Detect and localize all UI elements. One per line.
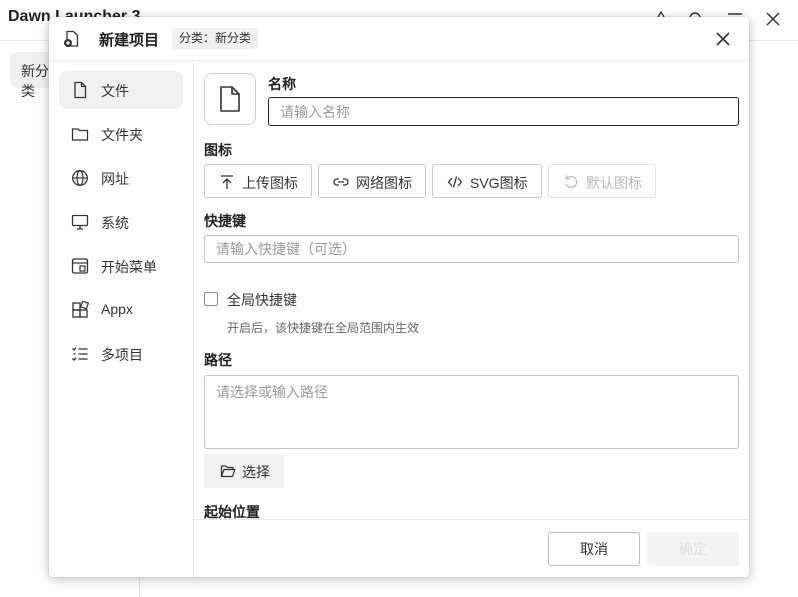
sidebar-item-label: 文件 — [101, 83, 129, 99]
file-icon — [71, 81, 89, 99]
network-icon-label: 网络图标 — [356, 175, 412, 191]
path-label: 路径 — [204, 352, 232, 368]
shortcut-input[interactable] — [204, 235, 739, 263]
icon-label: 图标 — [204, 142, 232, 158]
globe-icon — [71, 169, 89, 187]
list-icon — [71, 345, 89, 363]
sidebar-item-label: 文件夹 — [101, 127, 143, 143]
new-item-dialog: 新建项目 分类：新分类 文件 文件夹 网址 系统 开始菜单 Appx 多项目 名… — [49, 17, 749, 577]
sidebar-item-label: 多项目 — [101, 347, 143, 363]
dialog-header: 新建项目 分类：新分类 — [49, 17, 749, 61]
upload-icon-button[interactable]: 上传图标 — [204, 164, 312, 198]
sidebar-item-label: 开始菜单 — [101, 259, 157, 275]
svg-icon-label: SVG图标 — [470, 175, 528, 191]
global-shortcut-checkbox[interactable] — [204, 292, 218, 306]
type-sidebar: 文件 文件夹 网址 系统 开始菜单 Appx 多项目 — [49, 61, 194, 577]
dialog-close-icon[interactable] — [713, 29, 733, 49]
default-icon-label: 默认图标 — [586, 175, 642, 191]
sidebar-item-system[interactable]: 系统 — [59, 203, 183, 241]
sidebar-item-multi[interactable]: 多项目 — [59, 335, 183, 373]
folder-icon — [71, 125, 89, 143]
item-icon-preview[interactable] — [204, 73, 256, 125]
name-label: 名称 — [268, 76, 296, 92]
sidebar-item-folder[interactable]: 文件夹 — [59, 115, 183, 153]
sidebar-item-label: 系统 — [101, 215, 129, 231]
category-tag: 分类：新分类 — [172, 28, 259, 49]
confirm-button[interactable]: 确定 — [647, 532, 739, 566]
file-icon — [220, 86, 240, 112]
global-shortcut-label: 全局快捷键 — [227, 292, 297, 308]
window-close-icon[interactable] — [763, 10, 783, 30]
start-location-label: 起始位置 — [204, 504, 260, 519]
sidebar-item-appx[interactable]: Appx — [59, 291, 183, 329]
cancel-button[interactable]: 取消 — [548, 532, 640, 566]
select-path-label: 选择 — [242, 464, 270, 480]
default-icon-button[interactable]: 默认图标 — [548, 164, 656, 198]
svg-icon-button[interactable]: SVG图标 — [432, 164, 542, 198]
dialog-title: 新建项目 — [99, 32, 160, 49]
code-icon — [447, 174, 463, 190]
appx-icon — [71, 300, 90, 319]
sidebar-item-label: Appx — [101, 301, 133, 317]
sidebar-item-file[interactable]: 文件 — [59, 71, 183, 109]
network-icon-button[interactable]: 网络图标 — [318, 164, 426, 198]
bg-divider — [139, 577, 140, 597]
global-shortcut-hint: 开启后，该快捷键在全局范围内生效 — [227, 321, 420, 335]
select-path-button[interactable]: 选择 — [204, 454, 284, 488]
reset-icon — [563, 174, 579, 190]
sidebar-item-url[interactable]: 网址 — [59, 159, 183, 197]
link-icon — [333, 174, 349, 190]
start-menu-icon — [71, 257, 89, 275]
monitor-icon — [71, 213, 89, 231]
name-input[interactable] — [268, 97, 739, 126]
item-form: 名称 图标 上传图标 网络图标 SVG图标 默认图标 快 — [194, 61, 749, 519]
sidebar-item-start-menu[interactable]: 开始菜单 — [59, 247, 183, 285]
upload-icon-label: 上传图标 — [242, 175, 298, 191]
path-textarea[interactable] — [204, 375, 739, 449]
upload-icon — [219, 174, 235, 190]
folder-open-icon — [220, 463, 236, 484]
dialog-footer: 取消 确定 — [194, 519, 749, 577]
new-file-icon — [63, 30, 81, 48]
sidebar-item-label: 网址 — [101, 171, 129, 187]
shortcut-label: 快捷键 — [204, 213, 246, 229]
